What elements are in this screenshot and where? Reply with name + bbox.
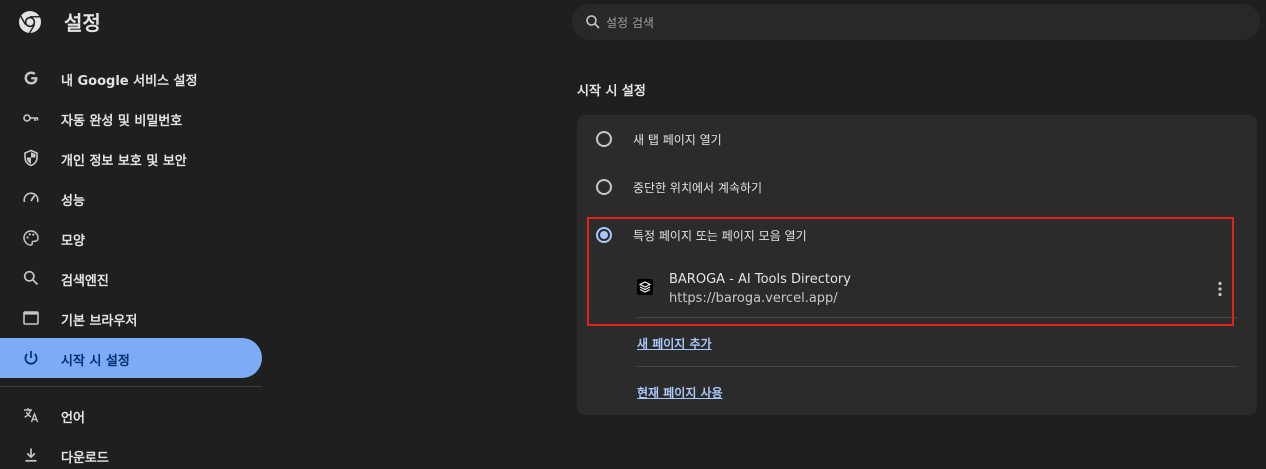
sidebar-item-label: 자동 완성 및 비밀번호	[61, 114, 183, 129]
search-icon	[23, 270, 39, 286]
download-icon	[25, 448, 37, 462]
sidebar-item-autofill[interactable]: 자동 완성 및 비밀번호	[0, 98, 262, 138]
browser-window-icon	[23, 311, 39, 325]
sidebar-item-appearance[interactable]: 모양	[0, 218, 262, 258]
sidebar-item-google-services[interactable]: 내 Google 서비스 설정	[0, 58, 262, 98]
palette-icon	[23, 230, 39, 246]
translate-icon	[24, 408, 39, 423]
highlight-box	[587, 217, 1234, 326]
page-title: 설정	[64, 11, 101, 35]
sidebar-item-downloads[interactable]: 다운로드	[0, 435, 262, 469]
use-current-pages-link[interactable]: 현재 페이지 사용	[637, 384, 723, 401]
sidebar-item-label: 언어	[61, 411, 85, 426]
sidebar-item-label: 성능	[61, 194, 85, 209]
option-label: 새 탭 페이지 열기	[633, 133, 722, 147]
sidebar-item-label: 모양	[61, 234, 85, 249]
sidebar-item-label: 내 Google 서비스 설정	[61, 74, 198, 89]
radio-button[interactable]	[596, 131, 612, 147]
google-g-icon	[24, 71, 38, 85]
sidebar-item-label: 다운로드	[61, 451, 109, 466]
link-divider	[637, 366, 1237, 367]
sidebar-item-languages[interactable]: 언어	[0, 395, 262, 435]
search-icon	[586, 15, 600, 29]
search-input[interactable]: 설정 검색	[572, 4, 1260, 40]
option-new-tab[interactable]: 새 탭 페이지 열기	[577, 115, 1257, 163]
sidebar-item-default-browser[interactable]: 기본 브라우저	[0, 298, 262, 338]
sidebar-item-privacy[interactable]: 개인 정보 보호 및 보안	[0, 138, 262, 178]
option-label: 중단한 위치에서 계속하기	[633, 181, 763, 195]
sidebar-divider	[0, 386, 262, 387]
section-title: 시작 시 설정	[577, 84, 646, 99]
sidebar-item-label: 검색엔진	[61, 274, 109, 289]
sidebar-item-search-engine[interactable]: 검색엔진	[0, 258, 262, 298]
settings-page: 설정 설정 검색 내 Google 서비스 설정 자동 완성 및 비밀번호 개인…	[0, 0, 1266, 469]
shield-icon	[24, 149, 38, 167]
key-icon	[23, 114, 39, 122]
option-continue[interactable]: 중단한 위치에서 계속하기	[577, 163, 1257, 211]
sidebar-item-label: 시작 시 설정	[61, 354, 130, 369]
add-new-page-link[interactable]: 새 페이지 추가	[637, 335, 712, 352]
chrome-logo-icon	[19, 11, 41, 34]
speedometer-icon	[23, 192, 39, 203]
search-placeholder: 설정 검색	[606, 16, 654, 30]
radio-button[interactable]	[596, 179, 612, 195]
sidebar-item-performance[interactable]: 성능	[0, 178, 262, 218]
sidebar: 내 Google 서비스 설정 자동 완성 및 비밀번호 개인 정보 보호 및 …	[0, 58, 262, 469]
sidebar-item-label: 개인 정보 보호 및 보안	[61, 154, 187, 169]
sidebar-item-label: 기본 브라우저	[61, 314, 138, 329]
power-icon	[24, 351, 38, 365]
sidebar-item-on-startup[interactable]: 시작 시 설정	[0, 338, 262, 378]
